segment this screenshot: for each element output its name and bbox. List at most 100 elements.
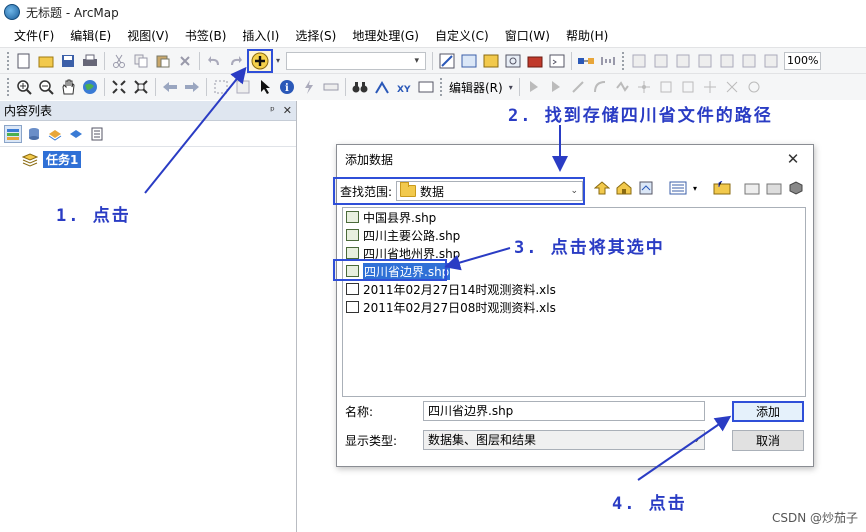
new-document-icon[interactable] (14, 51, 34, 71)
view-list-icon[interactable] (669, 179, 687, 197)
cut-polygons-icon[interactable] (700, 77, 720, 97)
toolbar-grip[interactable] (622, 51, 625, 70)
measure-icon[interactable] (321, 77, 341, 97)
menu-help[interactable]: 帮助(H) (558, 27, 616, 44)
add-data-button[interactable] (247, 48, 273, 73)
add-button[interactable]: 添加 (732, 401, 804, 422)
menu-view[interactable]: 视图(V) (119, 27, 177, 44)
file-row[interactable]: 2011年02月27日08时观测资料.xls (343, 298, 805, 316)
undo-icon[interactable] (204, 51, 224, 71)
toolbar-grip[interactable] (440, 78, 443, 96)
show-of-type-combo[interactable]: 数据集、图层和结果 ⌄ (423, 430, 705, 450)
toolbar-grip[interactable] (7, 51, 10, 70)
end-point-arc-icon[interactable] (590, 77, 610, 97)
model-builder-icon[interactable] (576, 51, 596, 71)
toolbar-grip[interactable] (7, 78, 10, 96)
table-of-contents-icon[interactable] (459, 51, 479, 71)
close-icon[interactable]: ✕ (783, 150, 803, 168)
menu-windows[interactable]: 窗口(W) (497, 27, 558, 44)
fit-page-icon[interactable] (739, 51, 759, 71)
copy-icon[interactable] (131, 51, 151, 71)
forward-arrow-icon[interactable] (182, 77, 202, 97)
arc-catalog-cube-icon[interactable] (787, 179, 805, 197)
connect-folder-icon[interactable] (713, 179, 731, 197)
edit-tool-icon[interactable] (524, 77, 544, 97)
print-icon[interactable] (80, 51, 100, 71)
file-row[interactable]: 2011年02月27日14时观测资料.xls (343, 280, 805, 298)
menu-bookmarks[interactable]: 书签(B) (177, 27, 235, 44)
look-in-combo[interactable]: 数据 ⌄ (396, 181, 583, 201)
file-row[interactable]: 中国县界.shp (343, 208, 805, 226)
fixed-zoom-out-icon[interactable] (131, 77, 151, 97)
html-popup-icon[interactable] (299, 77, 319, 97)
toc-layer-item[interactable]: 任务1 (22, 151, 82, 168)
open-folder-icon[interactable] (36, 51, 56, 71)
save-icon[interactable] (58, 51, 78, 71)
list-by-visibility-icon[interactable] (46, 125, 64, 143)
identify-icon[interactable]: i (277, 77, 297, 97)
zoom-out-icon[interactable] (36, 77, 56, 97)
paste-icon[interactable] (153, 51, 173, 71)
zoom-in-icon[interactable] (14, 77, 34, 97)
full-page-icon[interactable] (761, 51, 781, 71)
python-window-icon[interactable] (547, 51, 567, 71)
editor-menu[interactable]: 编辑器(R) (446, 79, 506, 96)
menu-selection[interactable]: 选择(S) (287, 27, 344, 44)
view-dropdown-icon[interactable]: ▾ (691, 179, 699, 197)
menu-geoprocessing[interactable]: 地理处理(G) (344, 27, 427, 44)
toggle-contents-panel-icon[interactable] (637, 179, 655, 197)
menu-customize[interactable]: 自定义(C) (427, 27, 497, 44)
list-by-source-icon[interactable] (25, 125, 43, 143)
menu-insert[interactable]: 插入(I) (234, 27, 287, 44)
arctoolbox-icon[interactable] (525, 51, 545, 71)
menu-file[interactable]: 文件(F) (6, 27, 62, 44)
back-arrow-icon[interactable] (160, 77, 180, 97)
fixed-zoom-in-icon[interactable] (109, 77, 129, 97)
redo-icon[interactable] (226, 51, 246, 71)
select-features-icon[interactable] (211, 77, 231, 97)
go-to-xy-icon[interactable]: XY (394, 77, 414, 97)
edit-vertices-icon[interactable] (656, 77, 676, 97)
topology-icon[interactable] (651, 51, 671, 71)
list-by-selection-icon[interactable] (67, 125, 85, 143)
new-folder-icon[interactable] (743, 179, 761, 197)
add-data-dropdown-icon[interactable]: ▾ (274, 51, 282, 71)
search-window-icon[interactable] (503, 51, 523, 71)
go-home-icon[interactable] (615, 179, 633, 197)
cancel-button[interactable]: 取消 (732, 430, 804, 451)
layout-icon[interactable] (695, 51, 715, 71)
split-icon[interactable] (722, 77, 742, 97)
zoom-level-combo[interactable]: 100% (784, 51, 822, 70)
pan-hand-icon[interactable] (58, 77, 78, 97)
name-field[interactable]: 四川省边界.shp (423, 401, 705, 421)
clear-selection-icon[interactable] (233, 77, 253, 97)
select-elements-arrow-icon[interactable] (255, 77, 275, 97)
close-icon[interactable]: ✕ (283, 104, 292, 117)
find-route-icon[interactable] (372, 77, 392, 97)
page-icon[interactable] (717, 51, 737, 71)
straight-segment-icon[interactable] (568, 77, 588, 97)
menu-edit[interactable]: 编辑(E) (62, 27, 119, 44)
snapping-icon[interactable] (673, 51, 693, 71)
list-by-drawing-order-icon[interactable] (4, 124, 22, 143)
cut-icon[interactable] (109, 51, 129, 71)
up-one-level-icon[interactable] (593, 179, 611, 197)
join-icon[interactable] (598, 51, 618, 71)
new-folder-alt-icon[interactable] (765, 179, 783, 197)
data-frame-label[interactable]: 任务1 (43, 151, 82, 168)
editor-toolbar-icon[interactable] (437, 51, 457, 71)
editor-dropdown-icon[interactable]: ▾ (507, 77, 515, 97)
delete-icon[interactable] (175, 51, 195, 71)
catalog-icon[interactable] (481, 51, 501, 71)
full-extent-globe-icon[interactable] (80, 77, 100, 97)
georef-icon[interactable] (629, 51, 649, 71)
reshape-icon[interactable] (678, 77, 698, 97)
rotate-icon[interactable] (744, 77, 764, 97)
point-icon[interactable] (634, 77, 654, 97)
trace-icon[interactable] (612, 77, 632, 97)
map-scale-combo[interactable]: ▾ (286, 51, 426, 70)
find-binoculars-icon[interactable] (350, 77, 370, 97)
options-icon[interactable] (88, 125, 106, 143)
edit-annotation-icon[interactable] (546, 77, 566, 97)
time-slider-icon[interactable] (416, 77, 436, 97)
